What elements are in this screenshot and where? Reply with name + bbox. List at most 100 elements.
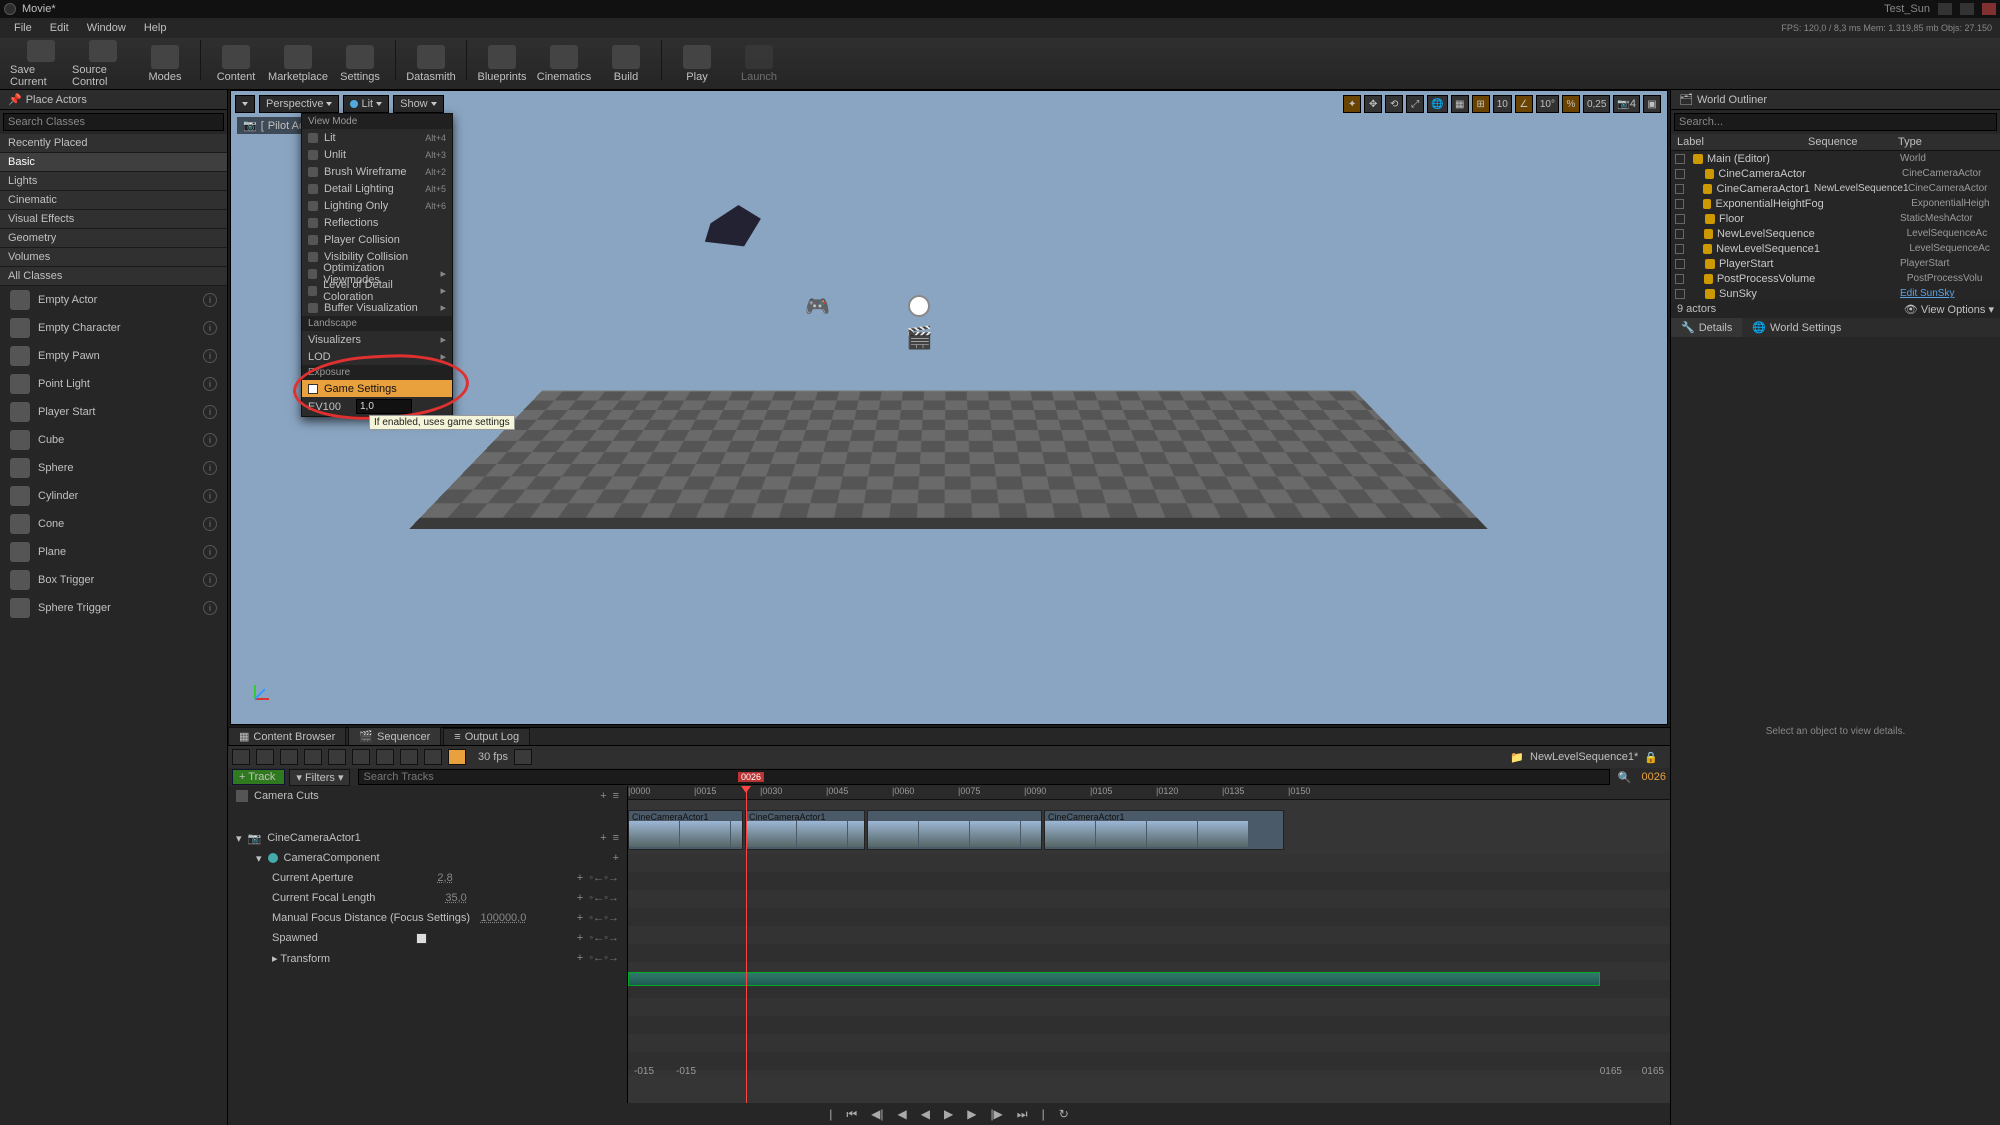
info-icon[interactable]: i xyxy=(203,601,217,615)
camera-cut-clip[interactable]: CineCameraActor1 xyxy=(745,810,865,850)
toolbar-settings[interactable]: Settings xyxy=(329,40,391,88)
viewport-maximize-button[interactable]: ▣ xyxy=(1643,95,1661,113)
goto-end-button[interactable]: | xyxy=(1040,1107,1047,1121)
info-icon[interactable]: i xyxy=(203,573,217,587)
minimize-button[interactable] xyxy=(1938,3,1952,15)
viewport[interactable]: Perspective Lit Show ✦ ✥ ⟲ ⤢ 🌐 ▦ ⊞ 10 ∠ … xyxy=(230,90,1668,725)
category-lights[interactable]: Lights xyxy=(0,172,227,191)
seq-browse-button[interactable] xyxy=(256,749,274,765)
seq-save-button[interactable] xyxy=(232,749,250,765)
step-fwd-button[interactable]: ▶ xyxy=(965,1107,978,1121)
actor-empty-character[interactable]: Empty Characteri xyxy=(0,314,227,342)
seq-play-button[interactable] xyxy=(376,749,394,765)
visibility-toggle[interactable] xyxy=(1675,169,1685,179)
camera-cut-clip[interactable]: CineCameraActor1 xyxy=(628,810,743,850)
close-button[interactable] xyxy=(1982,3,1996,15)
outliner-row-cinecameraactor[interactable]: CineCameraActorCineCameraActor xyxy=(1671,166,2000,181)
step-back-key-button[interactable]: ◀| xyxy=(869,1107,885,1121)
filters-button[interactable]: ▾ Filters ▾ xyxy=(289,769,350,786)
menu-edit[interactable]: Edit xyxy=(42,20,77,36)
actor-cylinder[interactable]: Cylinderi xyxy=(0,482,227,510)
category-recently-placed[interactable]: Recently Placed xyxy=(0,134,227,153)
viewmode-lighting-only[interactable]: Lighting OnlyAlt+6 xyxy=(302,197,452,214)
visibility-toggle[interactable] xyxy=(1675,154,1685,164)
transform-move-button[interactable]: ✥ xyxy=(1364,95,1382,113)
viewmode-buffer-visualization[interactable]: Buffer Visualization▸ xyxy=(302,299,452,316)
landscape-visualizers[interactable]: Visualizers▸ xyxy=(302,331,452,348)
outliner-row-newlevelsequence[interactable]: NewLevelSequenceLevelSequenceAc xyxy=(1671,226,2000,241)
visibility-toggle[interactable] xyxy=(1675,289,1685,299)
viewmode-detail-lighting[interactable]: Detail LightingAlt+5 xyxy=(302,180,452,197)
toolbar-marketplace[interactable]: Marketplace xyxy=(267,40,329,88)
toolbar-source-control[interactable]: Source Control xyxy=(72,40,134,88)
viewmode-lit[interactable]: LitAlt+4 xyxy=(302,129,452,146)
actor-box-trigger[interactable]: Box Triggeri xyxy=(0,566,227,594)
step-back-button[interactable]: ◀ xyxy=(896,1107,909,1121)
viewmode-brush-wireframe[interactable]: Brush WireframeAlt+2 xyxy=(302,163,452,180)
category-volumes[interactable]: Volumes xyxy=(0,248,227,267)
info-icon[interactable]: i xyxy=(203,461,217,475)
category-geometry[interactable]: Geometry xyxy=(0,229,227,248)
info-icon[interactable]: i xyxy=(203,489,217,503)
surface-snap-button[interactable]: ▦ xyxy=(1451,95,1469,113)
menu-help[interactable]: Help xyxy=(136,20,175,36)
seq-curve-button[interactable] xyxy=(424,749,442,765)
track-prop-current-aperture[interactable]: Current Aperture2,8+◦←◦→ xyxy=(228,868,627,888)
playhead[interactable] xyxy=(746,786,747,1103)
camera-cut-clip[interactable]: CineCameraActor1 xyxy=(1044,810,1284,850)
toolbar-play[interactable]: Play xyxy=(666,40,728,88)
outliner-row-cinecameraactor1[interactable]: CineCameraActor1NewLevelSequence1CineCam… xyxy=(1671,181,2000,196)
visibility-toggle[interactable] xyxy=(1675,184,1684,194)
actor-cone[interactable]: Conei xyxy=(0,510,227,538)
actor-point-light[interactable]: Point Lighti xyxy=(0,370,227,398)
viewmode-level-of-detail-coloration[interactable]: Level of Detail Coloration▸ xyxy=(302,282,452,299)
scale-snap-toggle[interactable]: % xyxy=(1562,95,1580,113)
viewport-lit-button[interactable]: Lit xyxy=(343,95,389,113)
actor-player-start[interactable]: Player Starti xyxy=(0,398,227,426)
visibility-toggle[interactable] xyxy=(1675,244,1684,254)
info-icon[interactable]: i xyxy=(203,377,217,391)
visibility-toggle[interactable] xyxy=(1675,259,1685,269)
scale-snap-value[interactable]: 0,25 xyxy=(1583,95,1610,113)
tab-details[interactable]: 🔧Details xyxy=(1671,318,1742,337)
sequence-name[interactable]: NewLevelSequence1* xyxy=(1530,751,1638,763)
actor-plane[interactable]: Planei xyxy=(0,538,227,566)
seq-snap-button[interactable] xyxy=(400,749,418,765)
menu-window[interactable]: Window xyxy=(79,20,134,36)
tab-output-log[interactable]: ≡Output Log xyxy=(443,728,530,745)
track-cinecamera-actor[interactable]: ▾📷CineCameraActor1 +≡ xyxy=(228,828,627,848)
track-prop-manual-focus-distance-focus-settings-[interactable]: Manual Focus Distance (Focus Settings)10… xyxy=(228,908,627,928)
track-options-icon[interactable]: ≡ xyxy=(613,790,619,802)
category-cinematic[interactable]: Cinematic xyxy=(0,191,227,210)
goto-start-button[interactable]: | xyxy=(827,1107,834,1121)
outliner-row-sunsky[interactable]: SunSkyEdit SunSky xyxy=(1671,286,2000,301)
viewport-perspective-button[interactable]: Perspective xyxy=(259,95,339,113)
exposure-ev100-input[interactable] xyxy=(356,399,412,414)
visibility-toggle[interactable] xyxy=(1675,274,1684,284)
view-options-button[interactable]: 👁 View Options ▾ xyxy=(1904,303,1994,316)
info-icon[interactable]: i xyxy=(203,321,217,335)
play-button[interactable]: ▶ xyxy=(942,1107,955,1121)
seq-curves-toggle[interactable] xyxy=(514,749,532,765)
visibility-toggle[interactable] xyxy=(1675,229,1684,239)
transform-section-bar[interactable] xyxy=(628,972,1600,986)
play-reverse-button[interactable]: ◀ xyxy=(919,1107,932,1121)
world-outliner-tab[interactable]: 🗂 World Outliner xyxy=(1671,90,2000,110)
viewport-show-button[interactable]: Show xyxy=(393,95,444,113)
info-icon[interactable]: i xyxy=(203,405,217,419)
outliner-header[interactable]: Label Sequence Type xyxy=(1671,134,2000,151)
actor-cube[interactable]: Cubei xyxy=(0,426,227,454)
tab-sequencer[interactable]: 🎬Sequencer xyxy=(348,727,441,745)
visibility-toggle[interactable] xyxy=(1675,214,1685,224)
outliner-row-postprocessvolume[interactable]: PostProcessVolumePostProcessVolu xyxy=(1671,271,2000,286)
camera-cut-clip[interactable] xyxy=(867,810,1042,850)
visibility-toggle[interactable] xyxy=(1675,199,1684,209)
outliner-row-floor[interactable]: FloorStaticMeshActor xyxy=(1671,211,2000,226)
viewmode-player-collision[interactable]: Player Collision xyxy=(302,231,452,248)
viewmode-unlit[interactable]: UnlitAlt+3 xyxy=(302,146,452,163)
viewport-options-button[interactable] xyxy=(235,95,255,113)
outliner-row-newlevelsequence1[interactable]: NewLevelSequence1LevelSequenceAc xyxy=(1671,241,2000,256)
toolbar-cinematics[interactable]: Cinematics xyxy=(533,40,595,88)
track-camera-cuts[interactable]: Camera Cuts +≡ xyxy=(228,786,627,806)
toolbar-build[interactable]: Build xyxy=(595,40,657,88)
